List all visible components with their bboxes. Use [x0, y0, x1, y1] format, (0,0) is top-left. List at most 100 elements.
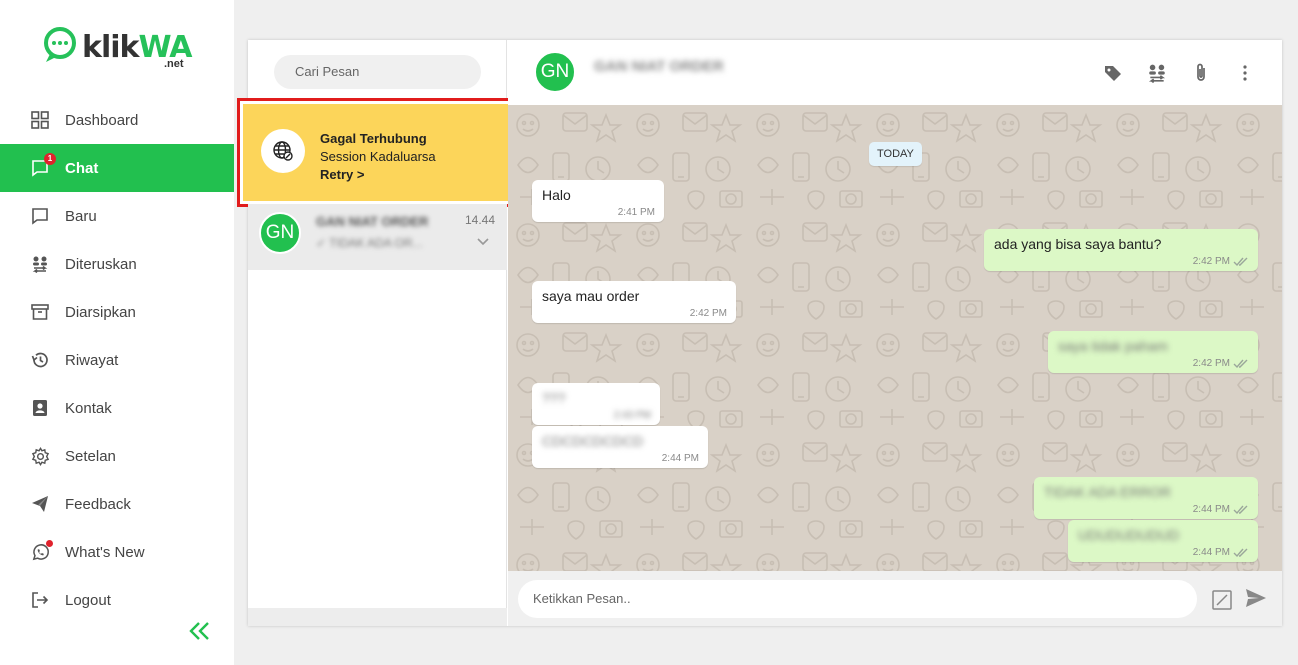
sidebar-item-label: What's New [65, 543, 145, 561]
message-meta: 2:42 PM [1193, 358, 1249, 369]
klikwa-logo[interactable]: klikWA .net [42, 26, 202, 76]
message-incoming[interactable]: CDCDCDCDCD 2:44 PM [532, 426, 708, 468]
sidebar: klikWA .net Dashboard 1 Chat Baru Diteru… [0, 0, 234, 665]
message-text: ??? [542, 390, 566, 406]
contact-icon [30, 398, 50, 418]
sidebar-item-label: Baru [65, 207, 97, 225]
double-check-icon [1233, 548, 1248, 557]
message-meta: 2:43 PM [614, 410, 651, 421]
sidebar-item-diteruskan[interactable]: Diteruskan [0, 240, 234, 288]
sidebar-item-label: Feedback [65, 495, 131, 513]
sidebar-item-whats-new[interactable]: What's New [0, 528, 234, 576]
message-incoming[interactable]: saya mau order 2:42 PM [532, 281, 736, 323]
message-incoming[interactable]: ??? 2:43 PM [532, 383, 660, 425]
double-check-icon [1233, 359, 1248, 368]
new-indicator-dot [46, 540, 53, 547]
sidebar-item-setelan[interactable]: Setelan [0, 432, 234, 480]
double-check-icon [1233, 505, 1248, 514]
chat-contact-name: GAN NIAT ORDER [594, 58, 724, 75]
conversation-list-pane: Cari Pesan Gagal Terhubung Session Kadal… [237, 40, 515, 626]
message-time: 2:44 PM [1192, 504, 1230, 515]
message-outgoing[interactable]: saya tidak paham 2:42 PM [1048, 331, 1258, 373]
message-outgoing[interactable]: UDUDUDUDUD 2:44 PM [1068, 520, 1258, 562]
sidebar-item-label: Diteruskan [65, 255, 137, 273]
message-text: ada yang bisa saya bantu? [994, 236, 1162, 252]
sidebar-item-diarsipkan[interactable]: Diarsipkan [0, 288, 234, 336]
double-chevron-left-icon [189, 622, 209, 640]
message-time: 2:42 PM [1192, 256, 1230, 267]
sidebar-item-label: Chat [65, 159, 99, 177]
message-time: 2:44 PM [661, 453, 699, 464]
message-meta: 2:42 PM [1193, 256, 1249, 267]
whatsapp-icon [30, 540, 53, 562]
send-icon [30, 494, 50, 514]
chat-window: GN GAN NIAT ORDER TODAY Halo 2:41 PM ada… [508, 40, 1282, 626]
avatar: GN [259, 212, 301, 254]
chat-messages-area[interactable]: TODAY Halo 2:41 PM ada yang bisa saya ba… [508, 105, 1282, 571]
chat-bubble-logo-icon [44, 27, 76, 62]
message-time: 2:44 PM [1192, 547, 1230, 558]
send-icon [1246, 589, 1266, 607]
alert-icon-circle [261, 129, 305, 173]
sidebar-item-kontak[interactable]: Kontak [0, 384, 234, 432]
archive-icon [30, 302, 50, 322]
chat-icon: 1 [30, 153, 56, 178]
sidebar-item-label: Kontak [65, 399, 112, 417]
forward-users-icon [30, 254, 50, 274]
sidebar-item-baru[interactable]: Baru [0, 192, 234, 240]
sidebar-item-dashboard[interactable]: Dashboard [0, 96, 234, 144]
attachment-icon[interactable] [1211, 589, 1233, 611]
conversation-item[interactable]: GN GAN NIAT ORDER ✓ TIDAK ADA OR... 14.4… [248, 204, 507, 270]
message-composer: Ketikkan Pesan.. [508, 571, 1282, 626]
sidebar-item-label: Setelan [65, 447, 116, 465]
conversation-preview: ✓ TIDAK ADA OR... [316, 236, 423, 250]
tag-icon[interactable] [1100, 62, 1126, 84]
avatar[interactable]: GN [534, 51, 576, 93]
double-check-icon [1233, 257, 1248, 266]
message-incoming[interactable]: Halo 2:41 PM [532, 180, 664, 222]
sidebar-item-logout[interactable]: Logout [0, 576, 234, 624]
more-vertical-icon[interactable] [1232, 62, 1258, 84]
chevron-down-icon[interactable] [477, 238, 489, 246]
alert-title: Gagal Terhubung [320, 131, 427, 146]
sidebar-item-riwayat[interactable]: Riwayat [0, 336, 234, 384]
unread-badge: 1 [44, 153, 56, 165]
message-text: UDUDUDUDUD [1078, 527, 1180, 543]
conversation-name: GAN NIAT ORDER [316, 214, 429, 229]
history-icon [30, 350, 50, 370]
message-time: 2:42 PM [1192, 358, 1230, 369]
sidebar-item-label: Diarsipkan [65, 303, 136, 321]
message-input[interactable]: Ketikkan Pesan.. [518, 580, 1197, 618]
search-input[interactable]: Cari Pesan [274, 55, 481, 89]
sidebar-item-feedback[interactable]: Feedback [0, 480, 234, 528]
sidebar-item-label: Dashboard [65, 111, 139, 129]
date-separator: TODAY [869, 142, 922, 166]
chat-outline-icon [30, 206, 50, 226]
gear-icon [30, 446, 50, 466]
message-text: saya tidak paham [1058, 338, 1168, 354]
paperclip-icon[interactable] [1188, 62, 1214, 84]
conversation-time: 14.44 [464, 213, 495, 227]
sidebar-item-label: Logout [65, 591, 111, 609]
connection-alert[interactable]: Gagal Terhubung Session Kadaluarsa Retry… [243, 104, 509, 201]
globe-disconnected-icon [273, 141, 293, 161]
brand-suffix: .net [164, 58, 184, 70]
collapse-sidebar-button[interactable] [188, 620, 212, 642]
message-text: TIDAK ADA ERROR [1044, 484, 1171, 500]
retry-link[interactable]: Retry > [320, 167, 364, 182]
message-meta: 2:44 PM [1193, 504, 1249, 515]
alert-subtitle: Session Kadaluarsa [320, 149, 436, 164]
message-outgoing[interactable]: TIDAK ADA ERROR 2:44 PM [1034, 477, 1258, 519]
send-button[interactable] [1245, 588, 1267, 610]
chat-app-panel: Cari Pesan Gagal Terhubung Session Kadal… [237, 40, 1282, 626]
message-meta: 2:44 PM [662, 453, 699, 464]
sidebar-item-label: Riwayat [65, 351, 119, 369]
message-time: 2:41 PM [617, 207, 655, 218]
transfer-users-icon[interactable] [1144, 62, 1170, 84]
sidebar-item-chat[interactable]: 1 Chat [0, 144, 234, 192]
logout-icon [30, 590, 50, 610]
chat-header: GN GAN NIAT ORDER [508, 40, 1282, 105]
message-meta: 2:42 PM [690, 308, 727, 319]
message-outgoing[interactable]: ada yang bisa saya bantu? 2:42 PM [984, 229, 1258, 271]
message-meta: 2:44 PM [1193, 547, 1249, 558]
